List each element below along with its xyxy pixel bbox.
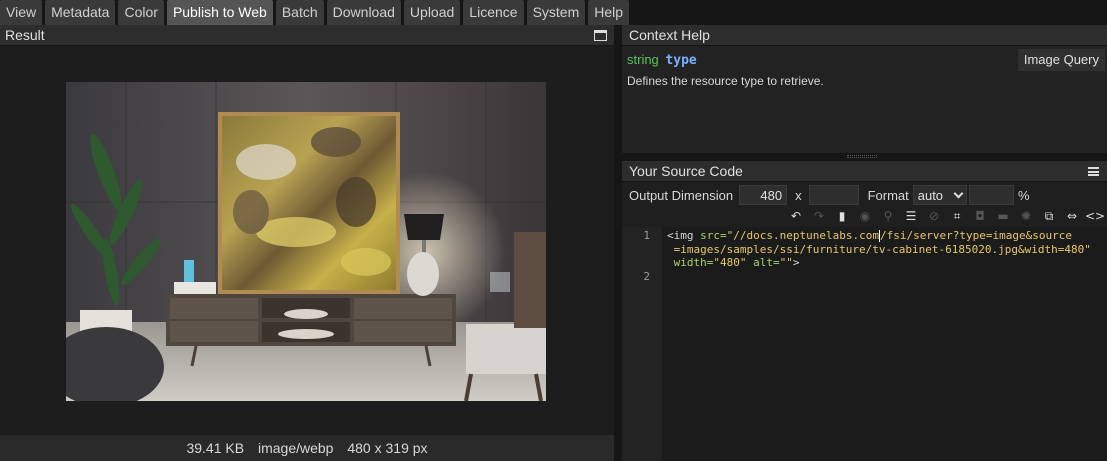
undo-icon[interactable]: ↶: [788, 208, 804, 224]
menu-icon[interactable]: [1088, 167, 1099, 176]
code-alt-attr: alt=: [746, 256, 780, 269]
tab-batch[interactable]: Batch: [275, 0, 324, 25]
code-editor[interactable]: 1 2 <img src="//docs.neptunelabs.com/fsi…: [622, 227, 1107, 461]
tab-upload[interactable]: Upload: [403, 0, 461, 25]
record-icon[interactable]: ◉: [857, 208, 873, 224]
result-panel: Result 39.41 KB image/webp 480 x 319 px: [0, 25, 614, 461]
line-gutter: 1 2: [622, 227, 662, 461]
line-number: 2: [643, 270, 650, 283]
format-select[interactable]: auto: [912, 185, 968, 205]
code-src-value: "//docs.neptunelabs.com: [726, 229, 879, 242]
embed-code-icon[interactable]: ⧉: [1041, 208, 1057, 224]
result-title: Result: [5, 27, 45, 43]
result-status-bar: 39.41 KB image/webp 480 x 319 px: [0, 435, 614, 461]
tab-download[interactable]: Download: [326, 0, 401, 25]
code-width-value: "480": [713, 256, 747, 269]
living-room-photo: [66, 82, 546, 401]
redo-icon[interactable]: ↷: [811, 208, 827, 224]
code-tag-open: <img: [667, 229, 694, 242]
height-input[interactable]: [808, 185, 859, 205]
tab-publish-to-web[interactable]: Publish to Web: [166, 0, 273, 25]
image-query-button[interactable]: Image Query: [1017, 49, 1105, 71]
gear-icon[interactable]: ✺: [1018, 208, 1034, 224]
vertical-splitter[interactable]: [614, 25, 622, 461]
image-dimensions: 480 x 319 px: [347, 440, 428, 456]
param-name: type: [665, 53, 697, 68]
result-header: Result: [0, 25, 614, 46]
result-preview-image: [66, 82, 546, 401]
code-view-icon[interactable]: ⇔: [1064, 208, 1080, 224]
camera-icon[interactable]: ◘: [972, 208, 988, 224]
context-help-header: Context Help: [622, 25, 1107, 46]
code-alt-value: "": [779, 256, 793, 269]
code-src-value: /fsi/server?type=image&source: [879, 229, 1073, 242]
context-help-panel: Context Help string type Defines the res…: [622, 25, 1107, 153]
source-code-panel: Your Source Code Output Dimension x Form…: [622, 161, 1107, 461]
dimension-separator: x: [795, 187, 802, 203]
splitter-grip-icon[interactable]: [847, 155, 877, 158]
file-size: 39.41 KB: [186, 440, 245, 456]
width-input[interactable]: [739, 185, 788, 205]
crop-icon[interactable]: ⌗: [949, 208, 965, 224]
code-width-attr: width=: [673, 256, 714, 269]
code-src-attr: src=: [693, 229, 727, 242]
code-src-value: =images/samples/ssi/furniture/tv-cabinet…: [673, 242, 1091, 256]
horizontal-splitter[interactable]: [622, 153, 1107, 161]
tab-system[interactable]: System: [526, 0, 586, 25]
output-dimension-label: Output Dimension: [629, 187, 734, 203]
link-icon[interactable]: ⚲: [880, 208, 896, 224]
format-label: Format: [867, 187, 909, 203]
tab-color[interactable]: Color: [118, 0, 164, 25]
chevron-down-icon: [953, 188, 964, 199]
tab-licence[interactable]: Licence: [463, 0, 524, 25]
param-description: Defines the resource type to retrieve.: [627, 74, 824, 88]
file-format: image/webp: [257, 440, 334, 456]
param-kind: string: [627, 52, 659, 67]
no-crop-icon[interactable]: ⊘: [926, 208, 942, 224]
line-number: 1: [643, 229, 650, 242]
editor-toolbar: ↶ ↷ ▮ ◉ ⚲ ☰ ⊘ ⌗ ◘ ▬ ✺ ⧉ ⇔ <>: [781, 207, 1105, 225]
code-content[interactable]: <img src="//docs.neptunelabs.com/fsi/ser…: [667, 229, 1107, 270]
tab-metadata[interactable]: Metadata: [45, 0, 116, 25]
code-brackets-icon[interactable]: <>: [1085, 208, 1105, 224]
source-code-title: Your Source Code: [629, 163, 743, 179]
maximize-icon[interactable]: [594, 30, 607, 41]
param-signature: string type: [627, 52, 697, 68]
tab-help[interactable]: Help: [588, 0, 630, 25]
folder-icon[interactable]: ▬: [995, 208, 1011, 224]
clear-icon[interactable]: ▮: [834, 208, 850, 224]
code-tag-close: >: [792, 256, 800, 269]
tab-view[interactable]: View: [0, 0, 43, 25]
source-code-header: Your Source Code: [622, 161, 1107, 182]
main-tab-bar: View Metadata Color Publish to Web Batch…: [0, 0, 1107, 25]
output-options-row: Output Dimension x Format auto %: [622, 184, 1107, 206]
sliders-icon[interactable]: ☰: [903, 208, 919, 224]
format-select-value: auto: [917, 187, 944, 203]
percent-label: %: [1018, 187, 1030, 203]
quality-input[interactable]: [969, 185, 1015, 205]
